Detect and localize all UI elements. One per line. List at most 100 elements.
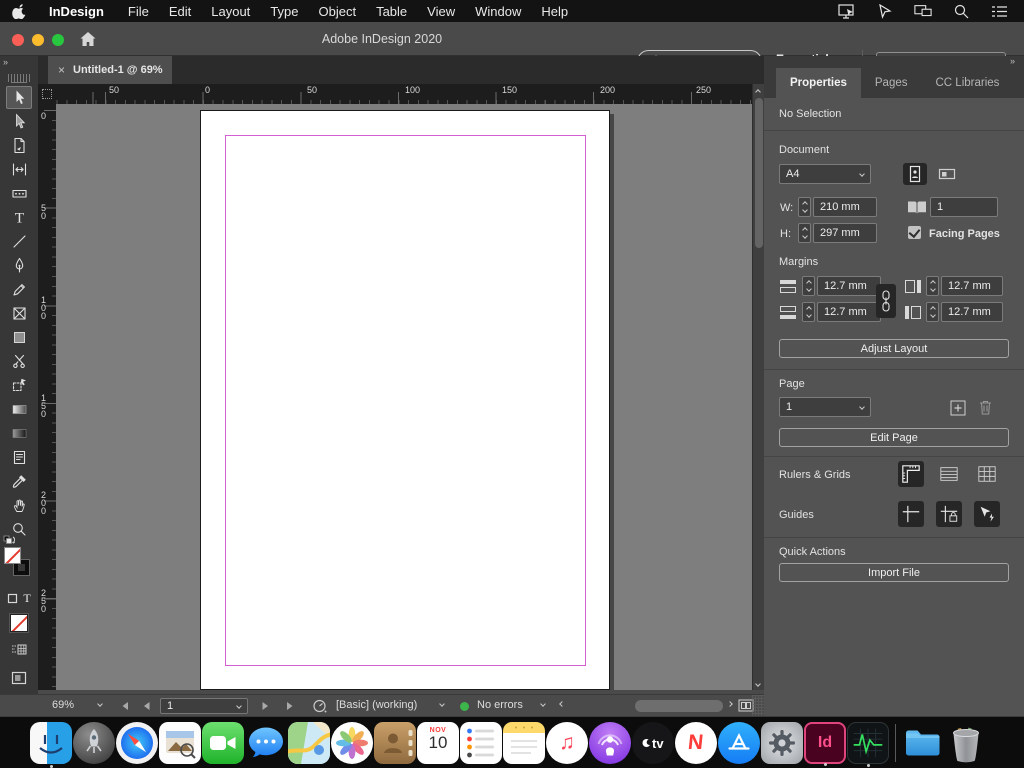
type-tool[interactable]: T (6, 206, 32, 229)
tab-pages[interactable]: Pages (861, 68, 922, 98)
pen-tool[interactable] (6, 254, 32, 277)
horizontal-scrollbar[interactable] (575, 700, 723, 712)
menu-view[interactable]: View (417, 4, 465, 19)
dock-icon-folder[interactable] (902, 722, 944, 764)
landscape-orientation-button[interactable] (935, 163, 959, 185)
menu-table[interactable]: Table (366, 4, 417, 19)
page-size-select[interactable]: A4 (779, 164, 871, 184)
last-page-icon[interactable] (286, 701, 297, 711)
current-page-select[interactable]: 1 (779, 397, 871, 417)
direct-selection-tool[interactable] (6, 110, 32, 133)
dock-icon-messages[interactable] (245, 722, 287, 764)
menu-app-name[interactable]: InDesign (41, 4, 112, 19)
fill-color-swatch-none[interactable] (4, 547, 21, 564)
height-field[interactable]: 297 mm (813, 223, 877, 243)
scissors-tool[interactable] (6, 350, 32, 373)
resize-grip[interactable] (752, 695, 764, 716)
dock-icon-reminders[interactable] (460, 722, 502, 764)
document-tab[interactable]: × Untitled-1 @ 69% (48, 56, 172, 84)
notification-list-icon[interactable] (990, 3, 1008, 19)
zoom-level-value[interactable]: 69% (52, 699, 74, 711)
page-tool[interactable] (6, 134, 32, 157)
link-margins-button[interactable] (876, 284, 896, 318)
dock-icon-app-store[interactable] (718, 722, 760, 764)
scroll-down-icon[interactable] (755, 681, 761, 687)
ruler-origin-corner[interactable] (38, 84, 56, 104)
width-field[interactable]: 210 mm (813, 197, 877, 217)
rectangle-tool[interactable] (6, 326, 32, 349)
menu-layout[interactable]: Layout (201, 4, 260, 19)
minimize-window-button[interactable] (32, 34, 44, 46)
zoom-level-dropdown-icon[interactable] (97, 701, 103, 707)
line-tool[interactable] (6, 230, 32, 253)
outside-margin-field[interactable]: 12.7 mm (941, 302, 1003, 322)
dock-icon-finder[interactable] (30, 722, 72, 764)
next-page-icon[interactable] (262, 701, 270, 711)
eyedropper-tool[interactable] (6, 470, 32, 493)
tab-cc-libraries[interactable]: CC Libraries (922, 68, 1014, 98)
close-window-button[interactable] (12, 34, 24, 46)
bottom-margin-field[interactable]: 12.7 mm (817, 302, 881, 322)
dock-icon-music[interactable]: ♫ (546, 722, 588, 764)
dock-icon-notes[interactable] (503, 722, 545, 764)
dock-icon-maps[interactable] (288, 722, 330, 764)
swap-fill-stroke-icon[interactable] (3, 535, 16, 546)
hand-tool[interactable] (6, 494, 32, 517)
tools-panel-header[interactable]: » (0, 56, 38, 72)
dock-icon-photos[interactable] (331, 722, 373, 764)
dock-icon-news[interactable]: N (675, 722, 717, 764)
outside-margin-stepper[interactable] (926, 302, 939, 322)
dock-icon-facetime[interactable] (202, 722, 244, 764)
collapse-panel-icon[interactable]: » (1010, 56, 1014, 66)
menu-object[interactable]: Object (309, 4, 367, 19)
preflight-gauge-icon[interactable] (312, 699, 328, 714)
rectangle-frame-tool[interactable] (6, 302, 32, 325)
document-page[interactable] (200, 110, 610, 690)
pages-count-field[interactable]: 1 (930, 197, 998, 217)
gradient-swatch-tool[interactable] (6, 398, 32, 421)
horizontal-ruler[interactable]: 50050100150200250 (56, 84, 752, 104)
screen-share-icon[interactable] (838, 3, 856, 19)
preflight-profile[interactable]: [Basic] (working) (336, 699, 417, 711)
formatting-affects-container-icon[interactable] (7, 593, 18, 604)
gradient-feather-tool[interactable] (6, 422, 32, 445)
screen-mode-button[interactable] (7, 668, 31, 688)
pencil-tool[interactable] (6, 278, 32, 301)
dock-icon-system-preferences[interactable] (761, 722, 803, 764)
pointer-share-icon[interactable] (876, 3, 894, 19)
view-options-button[interactable] (7, 640, 31, 660)
preflight-dropdown-icon[interactable] (439, 701, 445, 707)
page-number-field[interactable]: 1 (160, 698, 248, 714)
scroll-up-icon[interactable] (755, 89, 761, 95)
dock-icon-activity-monitor[interactable] (847, 722, 889, 764)
vertical-ruler[interactable]: 05 01 0 01 5 02 0 02 5 0 (38, 104, 56, 690)
facing-pages-checkbox[interactable] (908, 226, 921, 239)
scrollbar-thumb[interactable] (635, 700, 723, 712)
dock-icon-contacts[interactable] (374, 722, 416, 764)
displays-icon[interactable] (914, 3, 932, 19)
adjust-layout-button[interactable]: Adjust Layout (779, 339, 1009, 358)
selection-tool[interactable] (6, 86, 32, 109)
zoom-window-button[interactable] (52, 34, 64, 46)
apply-none-button[interactable] (10, 614, 28, 632)
dock-icon-indesign[interactable]: Id (804, 722, 846, 764)
inside-margin-field[interactable]: 12.7 mm (941, 276, 1003, 296)
tab-properties[interactable]: Properties (776, 68, 861, 98)
add-page-icon[interactable] (950, 400, 966, 416)
scrollbar-thumb[interactable] (755, 98, 763, 248)
preflight-status[interactable]: No errors (477, 699, 523, 711)
scroll-left-icon[interactable] (559, 701, 565, 707)
delete-page-icon[interactable] (978, 399, 993, 416)
menu-help[interactable]: Help (531, 4, 578, 19)
top-margin-stepper[interactable] (802, 276, 815, 296)
first-page-icon[interactable] (118, 701, 129, 711)
panel-grip[interactable] (8, 74, 30, 82)
dock-icon-preview[interactable] (159, 722, 201, 764)
smart-guides-button[interactable] (974, 501, 1000, 527)
dock-icon-apple-tv[interactable]: tv (632, 722, 674, 764)
edit-page-button[interactable]: Edit Page (779, 428, 1009, 447)
gap-tool[interactable] (6, 158, 32, 181)
dock-icon-launchpad[interactable] (73, 722, 115, 764)
note-tool[interactable] (6, 446, 32, 469)
vertical-scrollbar[interactable] (752, 84, 764, 690)
